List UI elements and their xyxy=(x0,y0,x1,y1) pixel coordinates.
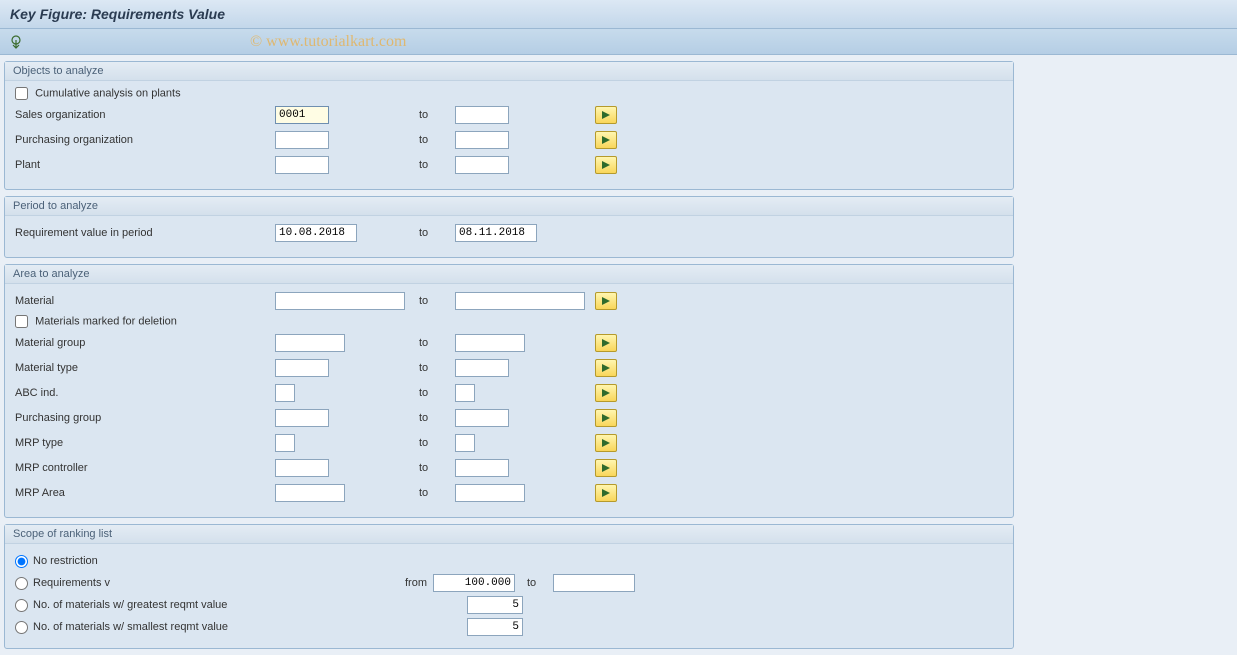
mrparea-label: MRP Area xyxy=(15,487,275,499)
mattype-to-input[interactable] xyxy=(455,359,509,377)
pgroup-to-input[interactable] xyxy=(455,409,509,427)
mrptype-multi-button[interactable] xyxy=(595,434,617,452)
req-v-from-input[interactable] xyxy=(433,574,515,592)
mrpctrl-multi-button[interactable] xyxy=(595,459,617,477)
group-area-title: Area to analyze xyxy=(5,265,1013,284)
plant-to-input[interactable] xyxy=(455,156,509,174)
material-multi-button[interactable] xyxy=(595,292,617,310)
mrpctrl-to-input[interactable] xyxy=(455,459,509,477)
execute-icon[interactable] xyxy=(8,34,24,50)
pgroup-from-input[interactable] xyxy=(275,409,329,427)
cumulative-analysis-label: Cumulative analysis on plants xyxy=(35,87,181,99)
mrparea-to-input[interactable] xyxy=(455,484,525,502)
sales-org-to-input[interactable] xyxy=(455,106,509,124)
greatest-label: No. of materials w/ greatest reqmt value xyxy=(33,599,393,611)
mrparea-multi-button[interactable] xyxy=(595,484,617,502)
smallest-label: No. of materials w/ smallest reqmt value xyxy=(33,621,393,633)
smallest-radio[interactable] xyxy=(15,621,28,634)
req-period-from-input[interactable] xyxy=(275,224,357,242)
req-period-to-input[interactable] xyxy=(455,224,537,242)
mrptype-from-input[interactable] xyxy=(275,434,295,452)
req-v-to-input[interactable] xyxy=(553,574,635,592)
greatest-value-input[interactable] xyxy=(467,596,523,614)
group-scope: Scope of ranking list No restriction Req… xyxy=(4,524,1014,649)
group-scope-title: Scope of ranking list xyxy=(5,525,1013,544)
mattype-multi-button[interactable] xyxy=(595,359,617,377)
material-from-input[interactable] xyxy=(275,292,405,310)
from-label: from xyxy=(393,577,433,589)
group-area: Area to analyze Material to Materials ma… xyxy=(4,264,1014,518)
page-title: Key Figure: Requirements Value xyxy=(0,0,1237,29)
plant-label: Plant xyxy=(15,159,275,171)
sales-org-multi-button[interactable] xyxy=(595,106,617,124)
matgroup-multi-button[interactable] xyxy=(595,334,617,352)
req-v-radio[interactable] xyxy=(15,577,28,590)
material-label: Material xyxy=(15,295,275,307)
smallest-value-input[interactable] xyxy=(467,618,523,636)
no-restriction-radio[interactable] xyxy=(15,555,28,568)
watermark-text: © www.tutorialkart.com xyxy=(250,33,406,51)
matgroup-from-input[interactable] xyxy=(275,334,345,352)
group-objects: Objects to analyze Cumulative analysis o… xyxy=(4,61,1014,190)
mrptype-label: MRP type xyxy=(15,437,275,449)
mrparea-from-input[interactable] xyxy=(275,484,345,502)
mattype-from-input[interactable] xyxy=(275,359,329,377)
cumulative-analysis-checkbox[interactable] xyxy=(15,87,28,100)
purch-org-label: Purchasing organization xyxy=(15,134,275,146)
material-to-input[interactable] xyxy=(455,292,585,310)
abc-multi-button[interactable] xyxy=(595,384,617,402)
purch-org-from-input[interactable] xyxy=(275,131,329,149)
materials-deletion-label: Materials marked for deletion xyxy=(35,315,177,327)
sales-org-from-input[interactable] xyxy=(275,106,329,124)
group-objects-title: Objects to analyze xyxy=(5,62,1013,81)
greatest-radio[interactable] xyxy=(15,599,28,612)
abc-label: ABC ind. xyxy=(15,387,275,399)
group-period: Period to analyze Requirement value in p… xyxy=(4,196,1014,258)
pgroup-multi-button[interactable] xyxy=(595,409,617,427)
purch-org-to-input[interactable] xyxy=(455,131,509,149)
req-v-label: Requirements v xyxy=(33,577,393,589)
plant-multi-button[interactable] xyxy=(595,156,617,174)
matgroup-label: Material group xyxy=(15,337,275,349)
toolbar: © www.tutorialkart.com xyxy=(0,29,1237,55)
sales-org-label: Sales organization xyxy=(15,109,275,121)
purch-org-multi-button[interactable] xyxy=(595,131,617,149)
to-label: to xyxy=(415,109,455,121)
matgroup-to-input[interactable] xyxy=(455,334,525,352)
plant-from-input[interactable] xyxy=(275,156,329,174)
content-area: Objects to analyze Cumulative analysis o… xyxy=(0,55,1237,655)
abc-from-input[interactable] xyxy=(275,384,295,402)
abc-to-input[interactable] xyxy=(455,384,475,402)
mattype-label: Material type xyxy=(15,362,275,374)
no-restriction-label: No restriction xyxy=(33,555,393,567)
mrptype-to-input[interactable] xyxy=(455,434,475,452)
materials-deletion-checkbox[interactable] xyxy=(15,315,28,328)
group-period-title: Period to analyze xyxy=(5,197,1013,216)
pgroup-label: Purchasing group xyxy=(15,412,275,424)
mrpctrl-label: MRP controller xyxy=(15,462,275,474)
mrpctrl-from-input[interactable] xyxy=(275,459,329,477)
req-period-label: Requirement value in period xyxy=(15,227,275,239)
